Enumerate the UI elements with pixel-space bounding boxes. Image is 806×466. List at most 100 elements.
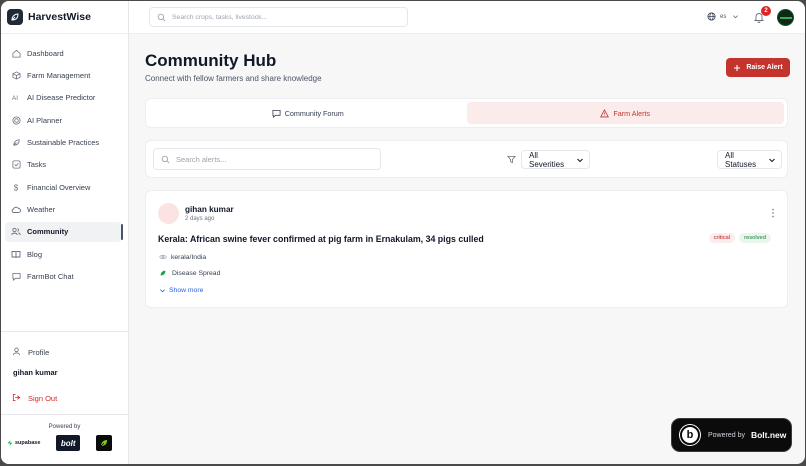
sidebar-item-label: Sustainable Practices bbox=[27, 137, 100, 147]
severity-badge: critical bbox=[708, 233, 736, 243]
severity-select[interactable]: All Severities bbox=[521, 150, 590, 169]
harvestwise-leaf-logo[interactable] bbox=[96, 435, 112, 451]
sidebar: HarvestWise Dashboard Farm Management AI… bbox=[1, 1, 129, 464]
powered-by-section: Powered by supabase bolt bbox=[1, 414, 128, 464]
sponsor-logos: supabase bolt bbox=[1, 435, 128, 451]
bolt-logo[interactable]: bolt bbox=[56, 435, 81, 451]
severity-select-value: All Severities bbox=[529, 150, 565, 169]
current-user-name: gihan kumar bbox=[13, 368, 58, 377]
main-content: es 2 Community Hub Connect with fellow f… bbox=[129, 1, 805, 464]
alerts-filter-bar: All Severities All Statuses bbox=[145, 140, 788, 178]
brand[interactable]: HarvestWise bbox=[1, 1, 128, 34]
eye-icon bbox=[159, 253, 167, 261]
app-window: HarvestWise Dashboard Farm Management AI… bbox=[1, 1, 805, 464]
search-icon bbox=[161, 155, 170, 164]
community-tabs: Community Forum Farm Alerts bbox=[145, 98, 788, 128]
svg-text:$: $ bbox=[13, 183, 18, 191]
alerts-search[interactable] bbox=[153, 148, 381, 170]
user-avatar[interactable] bbox=[777, 9, 794, 26]
filter-icon bbox=[507, 155, 516, 164]
tab-community-forum[interactable]: Community Forum bbox=[149, 102, 467, 124]
sidebar-item-sustainable-practices[interactable]: Sustainable Practices bbox=[5, 132, 122, 152]
author-avatar bbox=[158, 203, 179, 224]
sidebar-item-label: Weather bbox=[27, 204, 56, 214]
global-search-input[interactable] bbox=[172, 13, 392, 21]
brand-logo-icon bbox=[7, 9, 23, 25]
logout-icon bbox=[12, 393, 22, 403]
sidebar-item-ai-disease-predictor[interactable]: AI AI Disease Predictor bbox=[5, 88, 122, 108]
language-selector[interactable]: es bbox=[707, 12, 739, 21]
sidebar-item-farm-management[interactable]: Farm Management bbox=[5, 65, 122, 85]
show-more-link[interactable]: Show more bbox=[159, 287, 203, 294]
sidebar-item-label: AI Planner bbox=[27, 115, 63, 125]
sidebar-item-dashboard[interactable]: Dashboard bbox=[5, 43, 122, 63]
raise-alert-button[interactable]: Raise Alert bbox=[726, 58, 790, 77]
alerts-search-input[interactable] bbox=[176, 154, 366, 164]
supabase-label: supabase bbox=[15, 440, 41, 446]
sign-out-label: Sign Out bbox=[28, 393, 58, 403]
brand-name: HarvestWise bbox=[28, 11, 91, 23]
sidebar-item-tasks[interactable]: Tasks bbox=[5, 155, 122, 175]
chevron-down-icon bbox=[732, 13, 739, 20]
page-title: Community Hub bbox=[145, 51, 277, 70]
tab-farm-alerts[interactable]: Farm Alerts bbox=[466, 102, 784, 124]
sidebar-item-label: FarmBot Chat bbox=[27, 271, 74, 281]
leaf-icon bbox=[11, 137, 21, 147]
chevron-down-icon bbox=[768, 156, 776, 164]
sidebar-item-label: Dashboard bbox=[27, 48, 64, 58]
bolt-logo-icon: b bbox=[680, 425, 700, 445]
sidebar-nav: Dashboard Farm Management AI AI Disease … bbox=[1, 34, 128, 289]
language-code: es bbox=[720, 13, 727, 20]
supabase-bolt-icon bbox=[7, 440, 13, 446]
sidebar-item-weather[interactable]: Weather bbox=[5, 199, 122, 219]
alert-card[interactable]: gihan kumar 2 days ago Kerala: African s… bbox=[145, 190, 788, 308]
powered-by-label: Powered by bbox=[48, 424, 81, 430]
raise-alert-label: Raise Alert bbox=[746, 64, 783, 71]
sidebar-item-blog[interactable]: Blog bbox=[5, 244, 122, 264]
more-vertical-icon[interactable] bbox=[769, 208, 777, 218]
status-select-value: All Statuses bbox=[725, 150, 757, 169]
alert-title: Kerala: African swine fever confirmed at… bbox=[158, 234, 484, 244]
checkbox-icon bbox=[11, 160, 21, 170]
bolt-powered-badge[interactable]: b Powered by Bolt.new bbox=[671, 418, 792, 452]
status-select[interactable]: All Statuses bbox=[717, 150, 782, 169]
sidebar-item-label: Community bbox=[27, 227, 69, 237]
alert-location-text: kerala/India bbox=[171, 253, 207, 261]
supabase-logo[interactable]: supabase bbox=[7, 440, 40, 446]
top-bar: es 2 bbox=[129, 1, 805, 34]
alert-category: Disease Spread bbox=[159, 269, 220, 277]
ai-icon: AI bbox=[11, 93, 21, 103]
status-badge: resolved bbox=[739, 233, 771, 243]
alert-badges: critical resolved bbox=[708, 233, 771, 243]
alert-location: kerala/India bbox=[159, 253, 206, 261]
sidebar-item-label: AI Disease Predictor bbox=[27, 93, 96, 103]
bolt-brand-label: Bolt.new bbox=[750, 430, 787, 440]
profile-link[interactable]: Profile bbox=[1, 341, 128, 363]
leaf-icon bbox=[159, 269, 167, 277]
sidebar-item-community[interactable]: Community bbox=[5, 221, 123, 242]
search-icon bbox=[157, 13, 166, 22]
sidebar-item-label: Farm Management bbox=[27, 70, 91, 80]
plus-icon bbox=[733, 64, 741, 72]
page-subtitle: Connect with fellow farmers and share kn… bbox=[145, 74, 322, 83]
box-icon bbox=[11, 70, 21, 80]
chat-icon bbox=[11, 271, 21, 281]
alert-category-text: Disease Spread bbox=[172, 269, 221, 277]
sidebar-item-label: Financial Overview bbox=[27, 182, 91, 192]
sidebar-item-label: Tasks bbox=[27, 160, 47, 170]
sign-out-button[interactable]: Sign Out bbox=[1, 389, 128, 407]
alert-timestamp: 2 days ago bbox=[185, 216, 215, 222]
sidebar-item-ai-planner[interactable]: AI Planner bbox=[5, 110, 122, 130]
global-search[interactable] bbox=[149, 7, 408, 27]
sidebar-footer: Profile gihan kumar Sign Out bbox=[1, 331, 128, 407]
sidebar-item-farmbot-chat[interactable]: FarmBot Chat bbox=[5, 266, 122, 286]
warning-triangle-icon bbox=[600, 108, 610, 118]
user-icon bbox=[12, 347, 22, 357]
book-icon bbox=[11, 249, 21, 259]
profile-label: Profile bbox=[28, 347, 50, 357]
message-square-icon bbox=[272, 109, 281, 118]
sidebar-item-financial-overview[interactable]: $ Financial Overview bbox=[5, 177, 122, 197]
alert-author: gihan kumar bbox=[185, 205, 234, 214]
chevron-down-icon bbox=[159, 287, 166, 294]
show-more-label: Show more bbox=[169, 287, 204, 294]
